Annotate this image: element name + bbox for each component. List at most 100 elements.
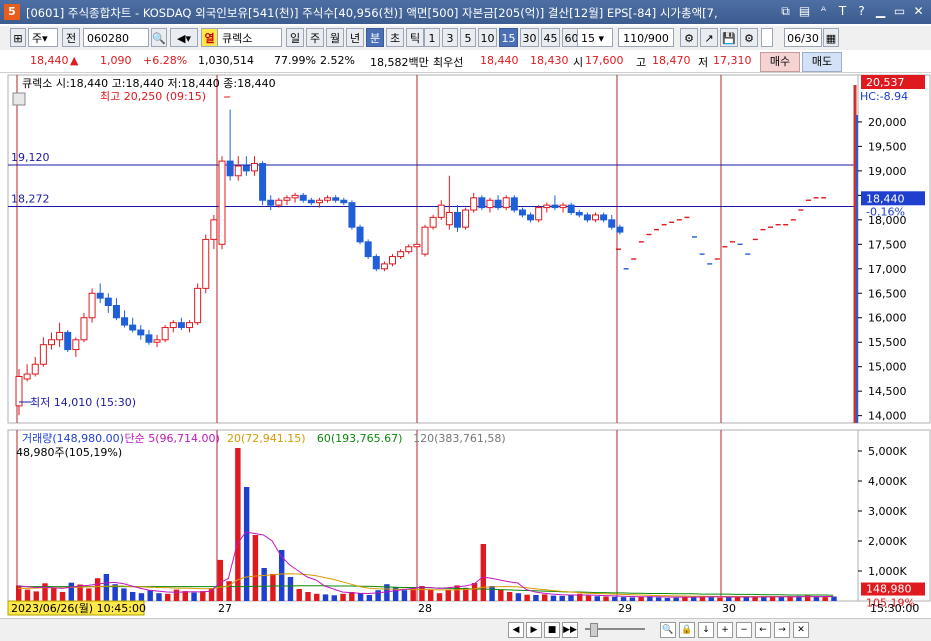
memo-icon[interactable]: ▤ bbox=[796, 3, 813, 20]
gear-icon[interactable]: ⚙ bbox=[740, 28, 758, 47]
period-button-5[interactable]: 초 bbox=[386, 28, 404, 47]
top-price-label: 20,537 bbox=[866, 76, 905, 89]
draw-tool-icon[interactable]: ↗ bbox=[700, 28, 718, 47]
period-button-2[interactable]: 월 bbox=[326, 28, 344, 47]
candle-body bbox=[194, 287, 202, 324]
price-tick-label: 20,000 bbox=[868, 116, 907, 129]
candle-body bbox=[356, 226, 364, 243]
save-icon[interactable]: 💾 bbox=[720, 28, 738, 47]
volume-bar bbox=[498, 589, 504, 601]
count-field[interactable]: 110/900 bbox=[618, 28, 674, 47]
period-button-3[interactable]: 년 bbox=[346, 28, 364, 47]
candle-body bbox=[575, 211, 583, 216]
next-icon[interactable]: ▶ bbox=[526, 622, 542, 638]
interval-select-value: 15 bbox=[581, 32, 595, 45]
interval-select[interactable]: 15 ▾ bbox=[577, 28, 613, 47]
candle-body bbox=[445, 211, 453, 226]
minimize-icon[interactable]: ▁ bbox=[872, 3, 889, 20]
candle-body bbox=[161, 327, 169, 341]
restore-icon[interactable]: ▭ bbox=[891, 3, 908, 20]
volume-bar bbox=[305, 592, 311, 601]
candle-body bbox=[291, 194, 299, 199]
stop-icon[interactable]: ■ bbox=[544, 622, 560, 638]
current-price: 18,440 bbox=[30, 54, 69, 67]
period-button-6[interactable]: 틱 bbox=[406, 28, 424, 47]
candle-body bbox=[31, 363, 39, 375]
type-select[interactable]: 주▾ bbox=[28, 28, 58, 47]
sell-button[interactable]: 매도 bbox=[802, 52, 842, 72]
volume-bar bbox=[559, 595, 565, 601]
volume-bar bbox=[16, 585, 22, 601]
period-button-4[interactable]: 분 bbox=[366, 28, 384, 47]
day-label: 27 bbox=[218, 602, 232, 615]
volume-tick-label: 2,000K bbox=[868, 535, 907, 548]
candle-body bbox=[592, 214, 600, 221]
prev-icon[interactable]: ◀ bbox=[508, 622, 524, 638]
volume-bar bbox=[59, 592, 66, 601]
volume-legend-item: 단순 5(96,714.00) bbox=[125, 432, 220, 445]
candle-body bbox=[169, 322, 177, 329]
volume-bar bbox=[541, 594, 548, 601]
text-icon[interactable]: T bbox=[834, 3, 851, 20]
scope-button[interactable]: 전 bbox=[62, 28, 80, 47]
candle-body bbox=[267, 199, 275, 206]
timeline-start-label: 2023/06/26(월) 10:45:00 bbox=[11, 602, 146, 615]
candle-body bbox=[129, 324, 137, 331]
current-price-label: 18,440 bbox=[866, 192, 905, 205]
price-tick-label: 15,500 bbox=[868, 336, 907, 349]
stock-code-input[interactable]: 060280 bbox=[83, 28, 149, 47]
candle-body bbox=[64, 331, 72, 351]
stock-chart[interactable]: 20,00019,50019,00018,50018,00017,50017,0… bbox=[0, 73, 931, 618]
interval-button-1[interactable]: 1 bbox=[424, 28, 440, 47]
calendar-icon[interactable]: ▦ bbox=[823, 28, 839, 47]
candle-body bbox=[600, 214, 608, 221]
close-icon[interactable]: ✕ bbox=[910, 3, 927, 20]
speaker-icon[interactable]: ◀▾ bbox=[170, 28, 198, 47]
candle-body bbox=[567, 204, 575, 213]
down-icon[interactable]: ↓ bbox=[698, 622, 714, 638]
grid-icon[interactable]: ⊞ bbox=[10, 28, 26, 47]
candle-body bbox=[250, 163, 258, 172]
zoom-out-icon[interactable]: − bbox=[736, 622, 752, 638]
price-tick-label: 17,500 bbox=[868, 238, 907, 251]
interval-button-30[interactable]: 30 bbox=[520, 28, 539, 47]
link-icon[interactable]: ⧉ bbox=[777, 3, 794, 20]
date-field[interactable]: 06/30 bbox=[784, 28, 822, 47]
fast-forward-icon[interactable]: ▶▶ bbox=[562, 622, 578, 638]
date-checkbox[interactable] bbox=[761, 28, 773, 47]
buy-button[interactable]: 매수 bbox=[760, 52, 800, 72]
zoom-slider-handle[interactable] bbox=[590, 623, 598, 637]
candle-body bbox=[56, 331, 64, 341]
candle-body bbox=[397, 251, 405, 258]
volume-bar bbox=[638, 596, 644, 601]
zoom-in-icon[interactable]: + bbox=[717, 622, 733, 638]
candle-body bbox=[186, 322, 194, 329]
search-icon[interactable]: 🔍 bbox=[151, 28, 167, 47]
candle-body bbox=[332, 197, 340, 201]
scroll-right-icon[interactable]: → bbox=[774, 622, 790, 638]
lock-icon[interactable]: 🔒 bbox=[679, 622, 695, 638]
close-icon[interactable]: ✕ bbox=[793, 622, 809, 638]
period-button-0[interactable]: 일 bbox=[286, 28, 304, 47]
volume-bar bbox=[524, 594, 530, 601]
candle-body bbox=[88, 292, 96, 319]
period-button-1[interactable]: 주 bbox=[306, 28, 324, 47]
volume-bar bbox=[278, 550, 285, 601]
volume-bar bbox=[734, 597, 741, 601]
title-bar: 5 [0601] 주식종합차트 - KOSDAQ 외국인보유[541(천)] 주… bbox=[0, 0, 931, 24]
interval-button-45[interactable]: 45 bbox=[541, 28, 560, 47]
settings-tools-icon[interactable]: ⚙ bbox=[680, 28, 698, 47]
help-icon[interactable]: ? bbox=[853, 3, 870, 20]
interval-button-3[interactable]: 3 bbox=[442, 28, 458, 47]
interval-button-10[interactable]: 10 bbox=[478, 28, 497, 47]
interval-button-15[interactable]: 15 bbox=[499, 28, 518, 47]
volume-bar bbox=[655, 597, 662, 601]
volume-legend-item: 거래량(148,980.00) bbox=[22, 432, 124, 445]
candle-body bbox=[478, 197, 486, 209]
font-icon[interactable]: ᴬ bbox=[815, 3, 832, 20]
change-percent: +6.28% bbox=[143, 54, 188, 67]
price-panel bbox=[7, 74, 859, 424]
zoom-icon[interactable]: 🔍 bbox=[660, 622, 676, 638]
scroll-left-icon[interactable]: ← bbox=[755, 622, 771, 638]
interval-button-5[interactable]: 5 bbox=[460, 28, 476, 47]
